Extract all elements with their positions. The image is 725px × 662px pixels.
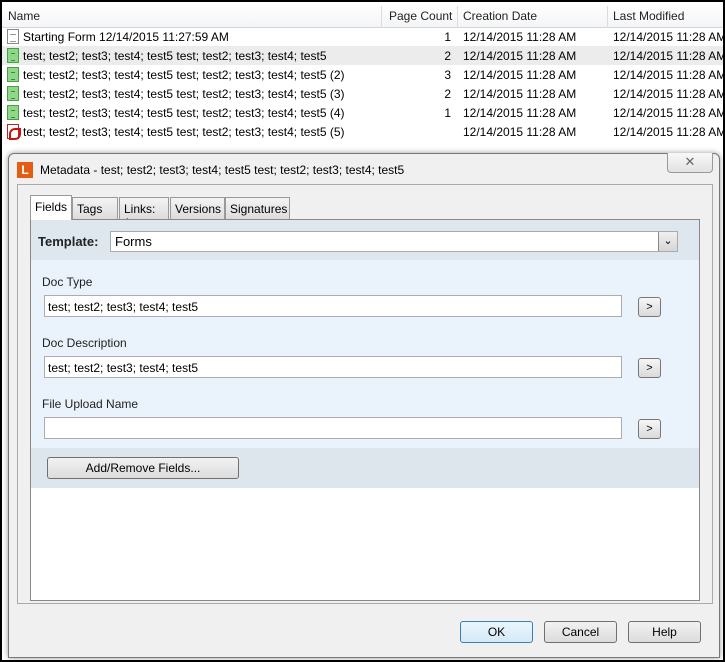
page-count: 1 bbox=[444, 106, 451, 120]
table-row[interactable]: Starting Form 12/14/2015 11:27:59 AM 1 1… bbox=[2, 27, 723, 46]
form-icon bbox=[7, 105, 19, 120]
tab-versions[interactable]: Versions bbox=[170, 197, 225, 219]
creation-date: 12/14/2015 11:28 AM bbox=[463, 30, 577, 44]
metadata-dialog: L Metadata - test; test2; test3; test4; … bbox=[8, 153, 720, 658]
creation-date: 12/14/2015 11:28 AM bbox=[463, 68, 577, 82]
template-row: Template: Forms ⌄ bbox=[31, 220, 699, 260]
document-icon bbox=[7, 29, 19, 44]
tab-fields[interactable]: Fields bbox=[30, 195, 72, 220]
pdf-icon bbox=[7, 124, 21, 140]
help-button[interactable]: Help bbox=[628, 621, 701, 643]
column-header-page-count[interactable]: Page Count bbox=[389, 9, 452, 23]
column-divider[interactable] bbox=[381, 6, 382, 28]
column-header-name[interactable]: Name bbox=[8, 9, 40, 23]
file-upload-name-label: File Upload Name bbox=[42, 397, 139, 411]
column-header-creation-date[interactable]: Creation Date bbox=[463, 9, 537, 23]
template-value: Forms bbox=[115, 234, 152, 249]
last-modified: 12/14/2015 11:28 AM bbox=[613, 49, 723, 63]
last-modified: 12/14/2015 11:28 AM bbox=[613, 87, 723, 101]
page-count: 2 bbox=[444, 87, 451, 101]
column-divider[interactable] bbox=[607, 6, 608, 28]
table-row[interactable]: test; test2; test3; test4; test5 test; t… bbox=[2, 103, 723, 122]
doc-description-input[interactable]: test; test2; test3; test4; test5 bbox=[44, 356, 622, 378]
doc-type-label: Doc Type bbox=[42, 275, 93, 289]
file-name: test; test2; test3; test4; test5 test; t… bbox=[23, 125, 345, 139]
file-name: Starting Form 12/14/2015 11:27:59 AM bbox=[23, 30, 229, 44]
doc-type-input[interactable]: test; test2; test3; test4; test5 bbox=[44, 295, 622, 317]
file-name: test; test2; test3; test4; test5 test; t… bbox=[23, 87, 345, 101]
tab-links[interactable]: Links: 1 bbox=[119, 197, 169, 230]
page-count: 2 bbox=[444, 49, 451, 63]
creation-date: 12/14/2015 11:28 AM bbox=[463, 125, 577, 139]
dialog-title: Metadata - test; test2; test3; test4; te… bbox=[40, 163, 405, 177]
fields-panel: Template: Forms ⌄ Doc Type test; test2; … bbox=[30, 219, 700, 601]
page-count: 1 bbox=[444, 30, 451, 44]
table-row[interactable]: test; test2; test3; test4; test5 test; t… bbox=[2, 84, 723, 103]
table-row[interactable]: test; test2; test3; test4; test5 test; t… bbox=[2, 46, 723, 65]
column-header-last-modified[interactable]: Last Modified bbox=[613, 9, 684, 23]
page-count: 3 bbox=[444, 68, 451, 82]
creation-date: 12/14/2015 11:28 AM bbox=[463, 106, 577, 120]
file-name: test; test2; test3; test4; test5 test; t… bbox=[23, 68, 345, 82]
last-modified: 12/14/2015 11:28 AM bbox=[613, 30, 723, 44]
form-icon bbox=[7, 48, 19, 63]
file-name: test; test2; test3; test4; test5 test; t… bbox=[23, 106, 345, 120]
file-name: test; test2; test3; test4; test5 test; t… bbox=[23, 49, 327, 63]
cancel-button[interactable]: Cancel bbox=[544, 621, 617, 643]
app-logo-icon: L bbox=[17, 162, 33, 178]
column-divider[interactable] bbox=[457, 6, 458, 28]
template-select[interactable]: Forms ⌄ bbox=[110, 231, 678, 252]
last-modified: 12/14/2015 11:28 AM bbox=[613, 106, 723, 120]
creation-date: 12/14/2015 11:28 AM bbox=[463, 87, 577, 101]
last-modified: 12/14/2015 11:28 AM bbox=[613, 68, 723, 82]
last-modified: 12/14/2015 11:28 AM bbox=[613, 125, 723, 139]
tab-signatures[interactable]: Signatures bbox=[225, 197, 290, 219]
creation-date: 12/14/2015 11:28 AM bbox=[463, 49, 577, 63]
list-header: Name Page Count Creation Date Last Modif… bbox=[2, 4, 723, 28]
close-button[interactable]: ✕ bbox=[667, 153, 713, 173]
file-upload-name-expand-button[interactable]: > bbox=[638, 419, 661, 439]
doc-type-expand-button[interactable]: > bbox=[638, 297, 661, 317]
form-icon bbox=[7, 67, 19, 82]
doc-description-label: Doc Description bbox=[42, 336, 127, 350]
ok-button[interactable]: OK bbox=[460, 621, 533, 643]
title-bar[interactable]: L Metadata - test; test2; test3; test4; … bbox=[9, 153, 719, 184]
template-label: Template: bbox=[38, 234, 99, 249]
doc-description-expand-button[interactable]: > bbox=[638, 358, 661, 378]
dialog-body: Fields Tags Links: 1 Versions Signatures… bbox=[17, 184, 713, 604]
file-upload-name-input[interactable] bbox=[44, 417, 622, 439]
add-remove-fields-button[interactable]: Add/Remove Fields... bbox=[47, 457, 239, 479]
chevron-down-icon[interactable]: ⌄ bbox=[658, 232, 677, 251]
tab-tags[interactable]: Tags bbox=[72, 197, 118, 219]
form-icon bbox=[7, 86, 19, 101]
table-row[interactable]: test; test2; test3; test4; test5 test; t… bbox=[2, 65, 723, 84]
fields-area: Doc Type test; test2; test3; test4; test… bbox=[31, 260, 699, 448]
table-row[interactable]: test; test2; test3; test4; test5 test; t… bbox=[2, 122, 723, 141]
fields-actions: Add/Remove Fields... bbox=[31, 448, 699, 488]
